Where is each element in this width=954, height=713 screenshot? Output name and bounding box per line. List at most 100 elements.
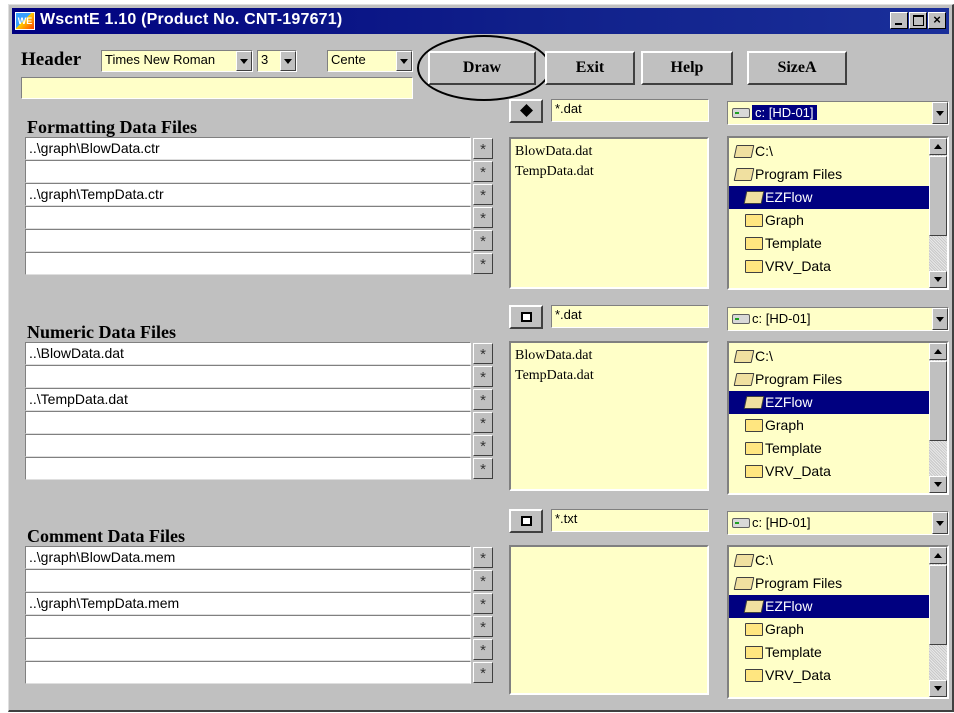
scroll-thumb[interactable] bbox=[929, 156, 947, 236]
exit-button[interactable]: Exit bbox=[545, 51, 635, 85]
browse-star-button[interactable]: * bbox=[473, 458, 493, 479]
path-input[interactable]: ..\graph\TempData.ctr bbox=[25, 183, 471, 206]
numeric-file-list[interactable]: BlowData.dat TempData.dat bbox=[509, 341, 709, 491]
path-input[interactable] bbox=[25, 615, 471, 638]
directory-item[interactable]: C:\ bbox=[729, 549, 929, 572]
directory-item[interactable]: EZFlow bbox=[729, 391, 929, 414]
browse-star-button[interactable]: * bbox=[473, 616, 493, 637]
directory-item[interactable]: VRV_Data bbox=[729, 255, 929, 278]
path-input[interactable] bbox=[25, 365, 471, 388]
chevron-down-icon[interactable] bbox=[236, 51, 252, 71]
numeric-filter-input[interactable]: *.dat bbox=[551, 305, 709, 328]
browse-star-button[interactable]: * bbox=[473, 253, 493, 274]
browse-star-button[interactable]: * bbox=[473, 207, 493, 228]
numeric-select-button[interactable] bbox=[509, 305, 543, 329]
browse-star-button[interactable]: * bbox=[473, 547, 493, 568]
chevron-down-icon[interactable] bbox=[280, 51, 296, 71]
browse-star-button[interactable]: * bbox=[473, 662, 493, 683]
directory-item[interactable]: EZFlow bbox=[729, 186, 929, 209]
path-input[interactable] bbox=[25, 160, 471, 183]
path-input[interactable] bbox=[25, 252, 471, 275]
chevron-down-icon[interactable] bbox=[932, 512, 948, 534]
browse-star-button[interactable]: * bbox=[473, 161, 493, 182]
alignment-select[interactable]: Cente bbox=[327, 50, 413, 72]
comment-drive-select[interactable]: c: [HD-01] bbox=[727, 511, 949, 535]
path-input[interactable]: ..\graph\BlowData.mem bbox=[25, 546, 471, 569]
chevron-down-icon[interactable] bbox=[932, 102, 948, 124]
format-directory-list[interactable]: C:\ Program Files EZFlow Graph Template … bbox=[727, 136, 949, 290]
directory-item[interactable]: EZFlow bbox=[729, 595, 929, 618]
browse-star-button[interactable]: * bbox=[473, 389, 493, 410]
numeric-directory-list[interactable]: C:\ Program Files EZFlow Graph Template … bbox=[727, 341, 949, 495]
scroll-thumb[interactable] bbox=[929, 565, 947, 645]
chevron-down-icon[interactable] bbox=[932, 308, 948, 330]
directory-item[interactable]: Graph bbox=[729, 618, 929, 641]
scroll-up-icon[interactable] bbox=[929, 547, 947, 564]
directory-scrollbar[interactable] bbox=[929, 547, 947, 697]
path-input[interactable]: ..\graph\TempData.mem bbox=[25, 592, 471, 615]
minimize-button[interactable] bbox=[890, 12, 908, 29]
directory-item[interactable]: Program Files bbox=[729, 163, 929, 186]
directory-item[interactable]: Program Files bbox=[729, 572, 929, 595]
directory-item[interactable]: Program Files bbox=[729, 368, 929, 391]
browse-star-button[interactable]: * bbox=[473, 138, 493, 159]
scroll-thumb[interactable] bbox=[929, 361, 947, 441]
list-item[interactable]: TempData.dat bbox=[515, 162, 703, 182]
directory-item[interactable]: Template bbox=[729, 232, 929, 255]
directory-item[interactable]: Graph bbox=[729, 209, 929, 232]
comment-select-button[interactable] bbox=[509, 509, 543, 533]
title-bar[interactable]: WE WscntE 1.10 (Product No. CNT-197671) … bbox=[12, 8, 949, 34]
browse-star-button[interactable]: * bbox=[473, 230, 493, 251]
comment-directory-list[interactable]: C:\ Program Files EZFlow Graph Template … bbox=[727, 545, 949, 699]
size-button[interactable]: SizeA bbox=[747, 51, 847, 85]
font-size-select[interactable]: 3 bbox=[257, 50, 297, 72]
format-filter-input[interactable]: *.dat bbox=[551, 99, 709, 122]
path-input[interactable] bbox=[25, 457, 471, 480]
list-item[interactable]: TempData.dat bbox=[515, 366, 703, 386]
directory-scrollbar[interactable] bbox=[929, 343, 947, 493]
browse-star-button[interactable]: * bbox=[473, 593, 493, 614]
comment-file-list[interactable] bbox=[509, 545, 709, 695]
directory-item[interactable]: C:\ bbox=[729, 140, 929, 163]
path-input[interactable] bbox=[25, 638, 471, 661]
format-file-list[interactable]: BlowData.dat TempData.dat bbox=[509, 137, 709, 289]
path-input[interactable]: ..\graph\BlowData.ctr bbox=[25, 137, 471, 160]
path-input[interactable] bbox=[25, 411, 471, 434]
browse-star-button[interactable]: * bbox=[473, 412, 493, 433]
comment-filter-input[interactable]: *.txt bbox=[551, 509, 709, 532]
scroll-up-icon[interactable] bbox=[929, 343, 947, 360]
scroll-down-icon[interactable] bbox=[929, 680, 947, 697]
directory-item[interactable]: C:\ bbox=[729, 345, 929, 368]
path-input[interactable] bbox=[25, 569, 471, 592]
browse-star-button[interactable]: * bbox=[473, 184, 493, 205]
scroll-down-icon[interactable] bbox=[929, 271, 947, 288]
close-button[interactable]: × bbox=[928, 12, 946, 29]
browse-star-button[interactable]: * bbox=[473, 343, 493, 364]
directory-item[interactable]: VRV_Data bbox=[729, 664, 929, 687]
maximize-button[interactable] bbox=[909, 12, 927, 29]
path-input[interactable]: ..\BlowData.dat bbox=[25, 342, 471, 365]
path-input[interactable] bbox=[25, 661, 471, 684]
list-item[interactable]: BlowData.dat bbox=[515, 346, 703, 366]
browse-star-button[interactable]: * bbox=[473, 639, 493, 660]
path-input[interactable] bbox=[25, 206, 471, 229]
format-drive-select[interactable]: c: [HD-01] bbox=[727, 101, 949, 125]
help-button[interactable]: Help bbox=[641, 51, 733, 85]
browse-star-button[interactable]: * bbox=[473, 435, 493, 456]
list-item[interactable]: BlowData.dat bbox=[515, 142, 703, 162]
directory-item[interactable]: Template bbox=[729, 437, 929, 460]
browse-star-button[interactable]: * bbox=[473, 366, 493, 387]
chevron-down-icon[interactable] bbox=[396, 51, 412, 71]
browse-star-button[interactable]: * bbox=[473, 570, 493, 591]
path-input[interactable] bbox=[25, 434, 471, 457]
format-select-button[interactable] bbox=[509, 99, 543, 123]
path-input[interactable]: ..\TempData.dat bbox=[25, 388, 471, 411]
directory-item[interactable]: Template bbox=[729, 641, 929, 664]
directory-scrollbar[interactable] bbox=[929, 138, 947, 288]
directory-item[interactable]: VRV_Data bbox=[729, 460, 929, 483]
scroll-up-icon[interactable] bbox=[929, 138, 947, 155]
scroll-down-icon[interactable] bbox=[929, 476, 947, 493]
font-name-select[interactable]: Times New Roman bbox=[101, 50, 253, 72]
draw-button[interactable]: Draw bbox=[428, 51, 536, 85]
directory-item[interactable]: Graph bbox=[729, 414, 929, 437]
